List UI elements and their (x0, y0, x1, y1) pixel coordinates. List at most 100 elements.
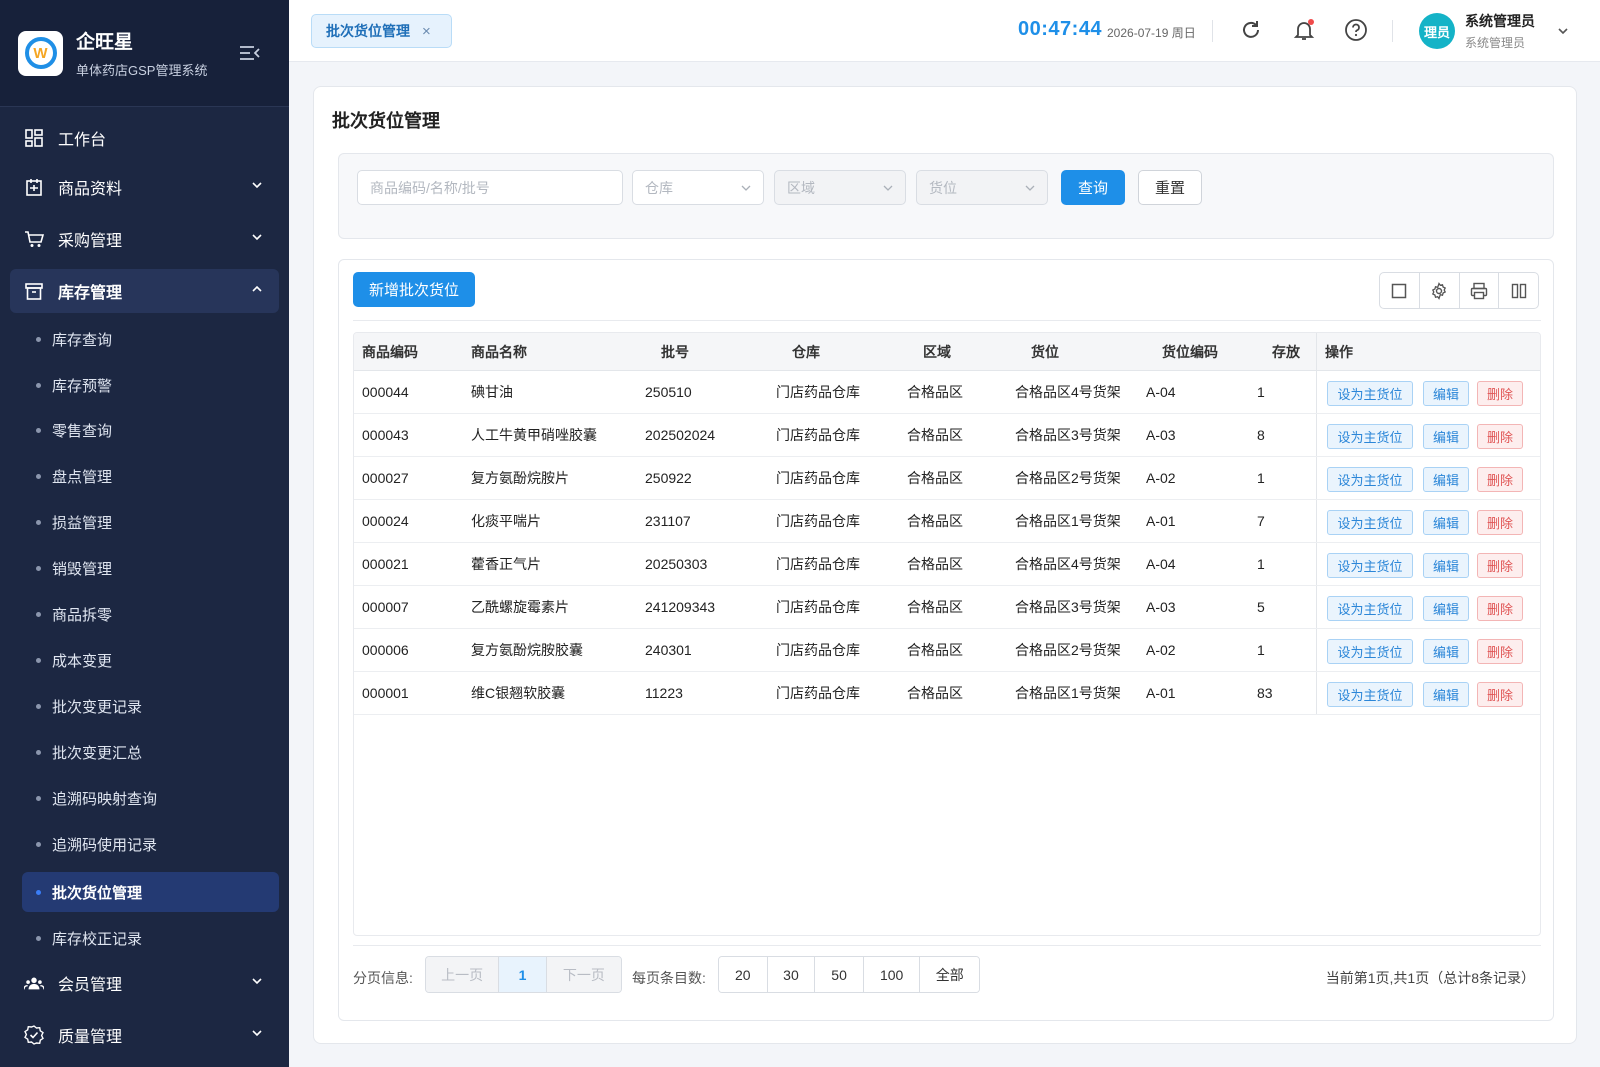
set-main-location-button[interactable]: 设为主货位 (1327, 639, 1413, 664)
settings-gear-icon[interactable] (1420, 273, 1460, 308)
notification-bell-icon[interactable] (1292, 18, 1316, 42)
delete-button[interactable]: 删除 (1477, 553, 1523, 578)
sidebar-item-profit-loss[interactable]: 损益管理 (22, 502, 279, 542)
table-row[interactable]: 000007 乙酰螺旋霉素片 241209343 门店药品仓库 合格品区 合格品区3号货架… (354, 586, 1540, 629)
help-icon[interactable] (1344, 18, 1368, 42)
sidebar-item-stock-warning[interactable]: 库存预警 (22, 365, 279, 405)
cell-qty: 83 (1257, 685, 1273, 701)
ops-cell: 设为主货位 编辑 删除 (1316, 414, 1540, 456)
cell-location: 合格品区3号货架 (1015, 599, 1121, 615)
collapse-menu-icon[interactable] (239, 44, 261, 62)
menu-inventory[interactable]: 库存管理 (10, 269, 279, 313)
delete-button[interactable]: 删除 (1477, 381, 1523, 406)
page-size-option[interactable]: 20 (719, 957, 768, 992)
sidebar-item-trace-mapping[interactable]: 追溯码映射查询 (22, 778, 279, 818)
header-location-code[interactable]: 货位编码 (1162, 333, 1218, 370)
header-qty[interactable]: 存放 (1272, 333, 1316, 370)
header-code[interactable]: 商品编码 (362, 333, 418, 370)
sidebar-item-stocktake[interactable]: 盘点管理 (22, 456, 279, 496)
columns-icon[interactable] (1499, 273, 1538, 308)
cell-name: 藿香正气片 (471, 556, 541, 572)
next-page-button[interactable]: 下一页 (546, 957, 621, 992)
edit-button[interactable]: 编辑 (1423, 639, 1469, 664)
delete-button[interactable]: 删除 (1477, 682, 1523, 707)
fullscreen-icon[interactable] (1380, 273, 1420, 308)
sidebar-item-destruction[interactable]: 销毁管理 (22, 548, 279, 588)
sidebar-item-stock-query[interactable]: 库存查询 (22, 319, 279, 359)
edit-button[interactable]: 编辑 (1423, 424, 1469, 449)
table-row[interactable]: 000043 人工牛黄甲硝唑胶囊 202502024 门店药品仓库 合格品区 合格品区3号… (354, 414, 1540, 457)
cell-area: 合格品区 (907, 556, 963, 572)
edit-button[interactable]: 编辑 (1423, 596, 1469, 621)
cell-name: 人工牛黄甲硝唑胶囊 (471, 427, 597, 443)
refresh-icon[interactable] (1239, 18, 1263, 42)
table-row[interactable]: 000027 复方氨酚烷胺片 250922 门店药品仓库 合格品区 合格品区2号货架 A-0… (354, 457, 1540, 500)
set-main-location-button[interactable]: 设为主货位 (1327, 381, 1413, 406)
sidebar-item-batch-change-summary[interactable]: 批次变更汇总 (22, 732, 279, 772)
reset-button[interactable]: 重置 (1138, 170, 1202, 205)
tab-batch-location[interactable]: 批次货位管理 × (311, 14, 452, 48)
set-main-location-button[interactable]: 设为主货位 (1327, 424, 1413, 449)
sidebar-item-trace-usage[interactable]: 追溯码使用记录 (22, 824, 279, 864)
page-size-option[interactable]: 全部 (920, 957, 979, 992)
close-icon[interactable]: × (422, 23, 431, 40)
cell-area: 合格品区 (907, 685, 963, 701)
prev-page-button[interactable]: 上一页 (426, 957, 500, 992)
page-number-button[interactable]: 1 (499, 957, 547, 992)
header-warehouse[interactable]: 仓库 (792, 333, 820, 370)
edit-button[interactable]: 编辑 (1423, 381, 1469, 406)
user-name[interactable]: 系统管理员 (1465, 11, 1535, 31)
delete-button[interactable]: 删除 (1477, 639, 1523, 664)
delete-button[interactable]: 删除 (1477, 596, 1523, 621)
header-batch[interactable]: 批号 (661, 333, 689, 370)
menu-members[interactable]: 会员管理 (10, 961, 279, 1005)
set-main-location-button[interactable]: 设为主货位 (1327, 467, 1413, 492)
delete-button[interactable]: 删除 (1477, 510, 1523, 535)
ops-cell: 设为主货位 编辑 删除 (1316, 500, 1540, 542)
table-row[interactable]: 000024 化痰平喘片 231107 门店药品仓库 合格品区 合格品区1号货架 A-01 7… (354, 500, 1540, 543)
divider (353, 320, 1541, 321)
edit-button[interactable]: 编辑 (1423, 510, 1469, 535)
menu-workbench[interactable]: 工作台 (10, 116, 279, 160)
edit-button[interactable]: 编辑 (1423, 467, 1469, 492)
sidebar-item-retail-query[interactable]: 零售查询 (22, 410, 279, 450)
page-size-option[interactable]: 100 (863, 957, 921, 992)
header-location[interactable]: 货位 (1031, 333, 1059, 370)
menu-purchase[interactable]: 采购管理 (10, 217, 279, 261)
page-size-label: 每页条目数: (632, 970, 706, 986)
menu-quality[interactable]: 质量管理 (10, 1013, 279, 1057)
page-size-option[interactable]: 50 (815, 957, 864, 992)
menu-products[interactable]: 商品资料 (10, 165, 279, 209)
table-row[interactable]: 000044 碘甘油 250510 门店药品仓库 合格品区 合格品区4号货架 A-04 1 设为… (354, 371, 1540, 414)
sidebar-item-stock-correction[interactable]: 库存校正记录 (22, 918, 279, 958)
chevron-down-icon[interactable] (1557, 25, 1569, 37)
print-icon[interactable] (1460, 273, 1500, 308)
table-row[interactable]: 000021 藿香正气片 20250303 门店药品仓库 合格品区 合格品区4号货架 A-0… (354, 543, 1540, 586)
avatar[interactable]: 理员 (1419, 13, 1455, 49)
delete-button[interactable]: 删除 (1477, 424, 1523, 449)
keyword-search-input[interactable]: 商品编码/名称/批号 (357, 170, 623, 205)
header-name[interactable]: 商品名称 (471, 333, 527, 370)
edit-button[interactable]: 编辑 (1423, 553, 1469, 578)
query-button[interactable]: 查询 (1061, 170, 1125, 205)
sidebar-item-batch-location[interactable]: 批次货位管理 (22, 872, 279, 912)
area-select[interactable]: 区域 (774, 170, 906, 205)
sidebar-item-cost-change[interactable]: 成本变更 (22, 640, 279, 680)
edit-button[interactable]: 编辑 (1423, 682, 1469, 707)
ops-cell: 设为主货位 编辑 删除 (1316, 672, 1540, 714)
sidebar-item-unpack[interactable]: 商品拆零 (22, 594, 279, 634)
set-main-location-button[interactable]: 设为主货位 (1327, 596, 1413, 621)
warehouse-select[interactable]: 仓库 (632, 170, 764, 205)
add-batch-location-button[interactable]: 新增批次货位 (353, 272, 475, 307)
delete-button[interactable]: 删除 (1477, 467, 1523, 492)
set-main-location-button[interactable]: 设为主货位 (1327, 682, 1413, 707)
set-main-location-button[interactable]: 设为主货位 (1327, 510, 1413, 535)
page-size-option[interactable]: 30 (767, 957, 816, 992)
header-area[interactable]: 区域 (923, 333, 951, 370)
sidebar-item-batch-change-log[interactable]: 批次变更记录 (22, 686, 279, 726)
location-select[interactable]: 货位 (916, 170, 1048, 205)
table-row[interactable]: 000001 维C银翘软胶囊 11223 门店药品仓库 合格品区 合格品区1号货架 A-01… (354, 672, 1540, 715)
table-row[interactable]: 000006 复方氨酚烷胺胶囊 240301 门店药品仓库 合格品区 合格品区2号货架 A-… (354, 629, 1540, 672)
cell-code: 000007 (362, 599, 409, 615)
set-main-location-button[interactable]: 设为主货位 (1327, 553, 1413, 578)
